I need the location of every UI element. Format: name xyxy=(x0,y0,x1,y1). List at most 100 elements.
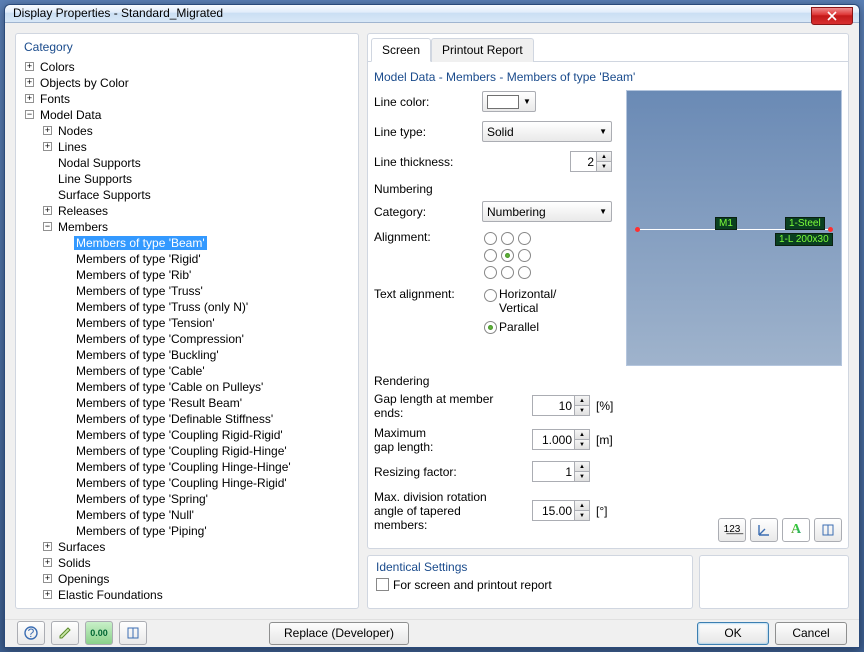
preview-badge-m: M1 xyxy=(715,217,737,230)
tree-item[interactable]: Members of type 'Result Beam' xyxy=(74,396,244,410)
tree-toggle-icon[interactable]: + xyxy=(43,142,52,151)
tree-item[interactable]: Members of type 'Piping' xyxy=(74,524,209,538)
tree-toggle-icon[interactable]: + xyxy=(25,94,34,103)
tree-toggle-icon[interactable]: + xyxy=(25,62,34,71)
tree-item[interactable]: Members of type 'Coupling Rigid-Rigid' xyxy=(74,428,285,442)
cancel-button[interactable]: Cancel xyxy=(775,622,847,645)
tree-item[interactable]: Nodal Supports xyxy=(56,156,143,170)
resize-spinner[interactable]: ▲▼ xyxy=(532,461,590,482)
help-button[interactable]: ? xyxy=(17,621,45,645)
tab-printout[interactable]: Printout Report xyxy=(431,38,534,62)
tree-item[interactable]: Line Supports xyxy=(56,172,134,186)
tree-toggle-icon xyxy=(61,462,70,471)
tree-toggle-icon[interactable]: − xyxy=(43,222,52,231)
edit-button[interactable] xyxy=(51,621,79,645)
identical-title: Identical Settings xyxy=(376,560,684,578)
close-button[interactable] xyxy=(811,7,853,25)
tree-item[interactable]: Model Data xyxy=(38,108,103,122)
units-button[interactable]: 0.00 xyxy=(85,621,113,645)
tree-item[interactable]: Members of type 'Definable Stiffness' xyxy=(74,412,275,426)
tree-item[interactable]: Members xyxy=(56,220,110,234)
tree-item[interactable]: Solids xyxy=(56,556,93,570)
tree-item[interactable]: Members of type 'Truss (only N)' xyxy=(74,300,250,314)
alignment-label: Alignment: xyxy=(374,230,482,244)
ok-button[interactable]: OK xyxy=(697,622,769,645)
tool-ortho-icon[interactable] xyxy=(814,518,842,542)
tree-toggle-icon xyxy=(61,398,70,407)
tree-item[interactable]: Members of type 'Cable on Pulleys' xyxy=(74,380,265,394)
tree-item[interactable]: Members of type 'Coupling Hinge-Hinge' xyxy=(74,460,293,474)
tree-toggle-icon xyxy=(61,318,70,327)
tree-item[interactable]: Objects by Color xyxy=(38,76,131,90)
tree-toggle-icon xyxy=(61,510,70,519)
tree-item[interactable]: Members of type 'Coupling Hinge-Rigid' xyxy=(74,476,289,490)
tree-item[interactable]: Members of type 'Compression' xyxy=(74,332,246,346)
tree-item[interactable]: Elastic Foundations xyxy=(56,588,165,602)
tree-item[interactable]: Members of type 'Cable' xyxy=(74,364,207,378)
tree-toggle-icon[interactable]: + xyxy=(25,78,34,87)
numbering-category-select[interactable]: Numbering▼ xyxy=(482,201,612,222)
tree-item[interactable]: Members of type 'Truss' xyxy=(74,284,205,298)
alignment-grid[interactable] xyxy=(482,230,533,281)
section-title: Model Data - Members - Members of type '… xyxy=(374,68,842,90)
line-type-select[interactable]: Solid▼ xyxy=(482,121,612,142)
table-button[interactable] xyxy=(119,621,147,645)
tree-toggle-icon xyxy=(61,414,70,423)
tree-toggle-icon xyxy=(43,174,52,183)
tree-toggle-icon xyxy=(61,366,70,375)
tree-toggle-icon[interactable]: + xyxy=(43,206,52,215)
tree-item[interactable]: Members of type 'Rigid' xyxy=(74,252,203,266)
tree-toggle-icon xyxy=(61,446,70,455)
tree-toggle-icon xyxy=(61,302,70,311)
line-color-label: Line color: xyxy=(374,95,482,109)
line-color-picker[interactable]: ▼ xyxy=(482,91,536,112)
tree-toggle-icon xyxy=(61,238,70,247)
tree-item[interactable]: Openings xyxy=(56,572,111,586)
tree-item[interactable]: Surfaces xyxy=(56,540,107,554)
tree-item[interactable]: Colors xyxy=(38,60,77,74)
gap-length-label: Gap length at member ends: xyxy=(374,392,514,420)
identical-checkbox[interactable] xyxy=(376,578,389,591)
tree-item[interactable]: Members of type 'Tension' xyxy=(74,316,217,330)
tree-toggle-icon[interactable]: − xyxy=(25,110,34,119)
tree-item[interactable]: Lines xyxy=(56,140,89,154)
tab-screen[interactable]: Screen xyxy=(371,38,431,62)
tree-toggle-icon xyxy=(61,382,70,391)
line-thickness-spinner[interactable]: ▲▼ xyxy=(570,151,612,172)
category-tree[interactable]: +Colors+Objects by Color+Fonts−Model Dat… xyxy=(20,58,354,604)
max-gap-label: Maximum gap length: xyxy=(374,426,514,454)
rendering-heading: Rendering xyxy=(374,374,842,388)
text-alignment-label: Text alignment: xyxy=(374,287,482,301)
tree-toggle-icon[interactable]: + xyxy=(43,126,52,135)
tree-toggle-icon xyxy=(61,526,70,535)
tree-toggle-icon[interactable]: + xyxy=(43,574,52,583)
tree-item[interactable]: Fonts xyxy=(38,92,72,106)
tree-item[interactable]: Releases xyxy=(56,204,110,218)
max-gap-spinner[interactable]: ▲▼ xyxy=(532,429,590,450)
replace-button[interactable]: Replace (Developer) xyxy=(269,622,409,645)
tree-item[interactable]: Members of type 'Coupling Rigid-Hinge' xyxy=(74,444,289,458)
preview-badge-mat: 1-Steel xyxy=(785,217,825,230)
tree-toggle-icon xyxy=(61,254,70,263)
text-align-horizontal-radio[interactable] xyxy=(484,289,497,302)
tree-item[interactable]: Surface Supports xyxy=(56,188,153,202)
tree-item[interactable]: Members of type 'Beam' xyxy=(74,236,207,250)
tool-numbering-icon[interactable]: 1̲2̲3̲ xyxy=(718,518,746,542)
tree-item[interactable]: Nodes xyxy=(56,124,95,138)
gap-length-spinner[interactable]: ▲▼ xyxy=(532,395,590,416)
max-division-spinner[interactable]: ▲▼ xyxy=(532,500,590,521)
tree-toggle-icon[interactable]: + xyxy=(43,558,52,567)
text-align-parallel-radio[interactable] xyxy=(484,321,497,334)
tree-item[interactable]: Members of type 'Null' xyxy=(74,508,196,522)
tree-toggle-icon[interactable]: + xyxy=(43,590,52,599)
tool-font-icon[interactable]: A xyxy=(782,518,810,542)
tree-item[interactable]: Members of type 'Spring' xyxy=(74,492,210,506)
line-type-label: Line type: xyxy=(374,125,482,139)
tree-item[interactable]: Members of type 'Buckling' xyxy=(74,348,221,362)
identical-checkbox-label: For screen and printout report xyxy=(393,578,552,592)
tool-lcs-icon[interactable] xyxy=(750,518,778,542)
window-title: Display Properties - Standard_Migrated xyxy=(13,6,223,20)
line-thickness-label: Line thickness: xyxy=(374,155,482,169)
tree-item[interactable]: Members of type 'Rib' xyxy=(74,268,193,282)
tree-toggle-icon[interactable]: + xyxy=(43,542,52,551)
